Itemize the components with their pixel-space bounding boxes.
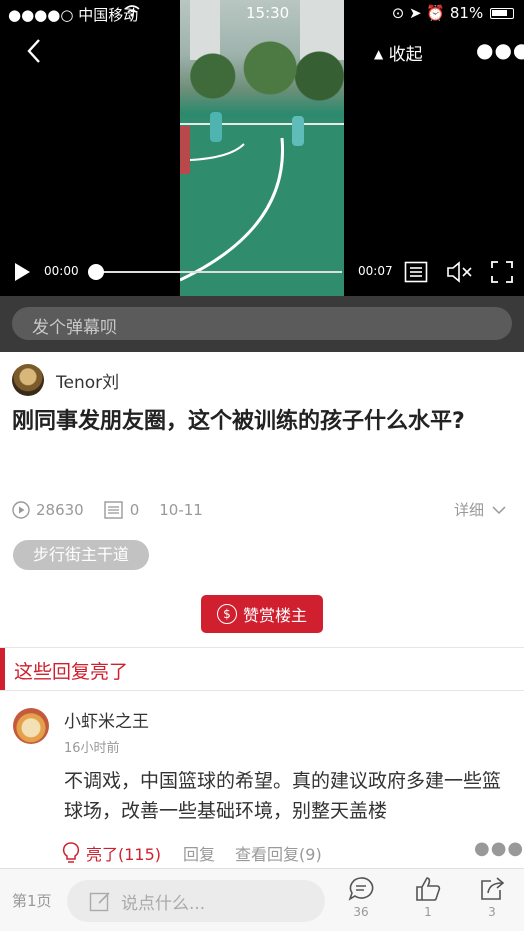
progress-track[interactable] [96,271,342,273]
author-name[interactable]: Tenor刘 [56,368,119,393]
chevron-left-icon [27,39,40,63]
status-right: ⊙ ➤ ⏰ 81% [392,4,514,22]
video-player[interactable]: ●●●●○ 中国移动 15:30 ⊙ ➤ ⏰ 81% ▲ 收起 ●●● 00:0… [0,0,524,296]
highlight-section-header: 这些回复亮了 [0,648,524,690]
battery-percent: 81% [449,4,484,22]
more-icon: ●●● [474,838,524,859]
play-button[interactable] [12,262,32,286]
reply-avatar[interactable] [13,708,49,744]
share-icon [481,877,505,900]
share-button[interactable]: 3 [472,875,512,919]
post-meta: 28630 0 10-11 [12,498,223,522]
view-replies-button[interactable]: 查看回复(9) [235,841,322,865]
triangle-up-icon: ▲ [374,47,384,61]
detail-label: 详细 [454,501,485,519]
view-count: 28630 [12,501,84,519]
current-time: 00:00 [44,264,79,278]
fullscreen-button[interactable] [490,260,514,288]
video-player-figure [210,112,222,142]
video-player-figure [292,116,304,146]
dollar-coin-icon: $ [216,604,237,624]
more-options-button[interactable]: ●●● [476,38,524,62]
video-paint-area [180,126,190,174]
collapse-label: 收起 [388,45,423,65]
lock-rotation-icon: ⊙ [391,4,405,22]
video-frame [180,0,344,296]
post-date-value: 10-11 [159,501,203,519]
duration: 00:07 [358,264,393,278]
comment-bubble-icon [348,877,374,901]
fullscreen-icon [491,261,513,283]
play-circle-icon [12,501,30,519]
likes-count: 1 [424,905,432,919]
location-icon: ➤ [409,4,422,22]
detail-toggle[interactable]: 详细 [454,499,508,520]
comments-button[interactable]: 36 [341,875,381,919]
danmu-toggle-button[interactable] [404,260,428,288]
danmu-list-icon [404,261,428,283]
progress-knob[interactable] [88,264,104,280]
section-title: 这些回复亮了 [14,661,129,683]
lightbulb-icon [62,842,80,863]
comment-count-value: 0 [129,501,140,519]
status-bar: ●●●●○ 中国移动 15:30 ⊙ ➤ ⏰ 81% [0,0,524,28]
reward-label: 赞赏楼主 [242,606,307,625]
reply-actions: 亮了(115) 回复 查看回复(9) [62,840,342,866]
divider [0,690,524,691]
mute-button[interactable] [446,260,474,288]
bottom-bar: 第1页 说点什么... 36 1 3 [0,868,524,931]
thumbs-up-icon [416,877,441,901]
post-title: 刚同事发朋友圈，这个被训练的孩子什么水平? [12,409,465,434]
light-button[interactable]: 亮了(115) [62,841,161,865]
reply-username[interactable]: 小虾米之王 [64,707,149,732]
play-icon [15,263,30,281]
battery-icon [490,8,514,19]
danmu-count-icon [104,501,123,519]
page-indicator[interactable]: 第1页 [12,890,52,911]
comment-input-placeholder: 说点什么... [121,893,206,914]
reply-time: 16小时前 [64,741,120,756]
post-date: 10-11 [159,501,203,519]
collapse-button[interactable]: ▲ 收起 [374,40,423,65]
video-controls: 00:00 00:07 [0,256,524,288]
view-count-value: 28630 [36,501,84,519]
status-time: 15:30 [246,4,290,22]
danmu-bar: 发个弹幕呗 [0,296,524,352]
carrier: ●●●●○ 中国移动 [8,6,139,24]
more-icon: ●●● [476,38,524,62]
edit-icon [89,892,110,912]
avatar[interactable] [12,364,44,396]
chevron-down-icon [492,505,506,514]
reply-button[interactable]: 回复 [183,841,215,865]
comment-count: 0 [104,501,140,519]
like-button[interactable]: 1 [408,875,448,919]
back-button[interactable] [20,36,50,66]
comment-input[interactable]: 说点什么... [67,880,325,922]
light-count: 亮了(115) [86,845,162,864]
reply-text: 不调戏，中国篮球的希望。真的建议政府多建一些篮球场，改善一些基础环境，别整天盖楼 [64,770,502,822]
topic-tag[interactable]: 步行街主干道 [13,540,150,570]
video-trees [180,28,344,108]
section-accent-bar [0,648,5,690]
alarm-icon: ⏰ [426,4,446,22]
reward-author-button[interactable]: $ 赞赏楼主 [201,595,323,633]
danmu-input[interactable]: 发个弹幕呗 [12,307,512,340]
speaker-muted-icon [447,261,472,283]
reply-more-button[interactable]: ●●● [474,838,524,859]
comments-count: 36 [353,905,369,919]
shares-count: 3 [488,905,496,919]
post-author[interactable]: Tenor刘 [12,363,119,397]
wifi-icon [124,4,140,22]
